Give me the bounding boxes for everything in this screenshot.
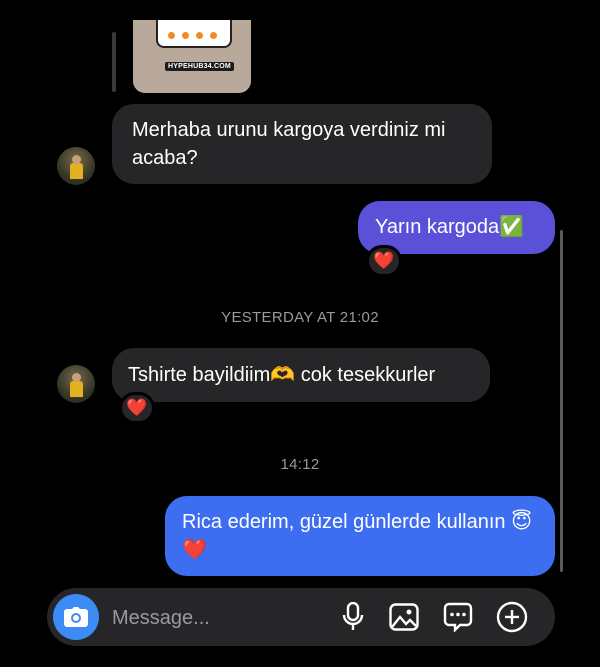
add-button[interactable]	[496, 601, 528, 633]
heart-reaction[interactable]: ❤️	[119, 392, 155, 424]
heart-reaction[interactable]: ❤️	[366, 245, 402, 277]
camera-icon	[64, 607, 88, 627]
message-text: Rica ederim, güzel günlerde kullanın 😇❤️	[182, 511, 532, 561]
image-icon	[389, 603, 419, 631]
story-watermark: HYPEHUB34.COM	[165, 62, 234, 71]
sender-avatar[interactable]	[57, 147, 95, 185]
sticker-button[interactable]	[442, 601, 474, 633]
message-bubble-icon	[443, 602, 473, 632]
timestamp-divider: 14:12	[280, 456, 320, 473]
heart-icon: ❤️	[126, 398, 148, 417]
timestamp-divider: YESTERDAY AT 21:02	[221, 309, 379, 326]
gallery-button[interactable]	[388, 601, 420, 633]
outgoing-message-bubble[interactable]: Rica ederim, güzel günlerde kullanın 😇❤️	[165, 496, 555, 576]
heart-icon: ❤️	[373, 251, 395, 270]
message-text: Merhaba urunu kargoya verdiniz mi acaba?	[132, 119, 446, 169]
microphone-button[interactable]	[337, 601, 369, 633]
incoming-message-bubble[interactable]: Merhaba urunu kargoya verdiniz mi acaba?	[112, 104, 492, 184]
message-text: Yarın kargoda✅	[375, 216, 525, 238]
sender-avatar[interactable]	[57, 365, 95, 403]
shared-story-thumbnail[interactable]: HYPEHUB34.COM	[133, 20, 251, 93]
plus-circle-icon	[496, 601, 528, 633]
message-composer	[47, 588, 555, 646]
message-text: Tshirte bayildiim🫶 cok tesekkurler	[128, 364, 436, 386]
phone-image	[156, 20, 232, 48]
microphone-icon	[342, 602, 364, 630]
message-input[interactable]	[110, 602, 314, 634]
reply-indicator-bar	[112, 32, 116, 92]
incoming-message-bubble[interactable]: Tshirte bayildiim🫶 cok tesekkurler	[112, 348, 490, 402]
camera-button[interactable]	[53, 594, 99, 640]
scrollbar[interactable]	[560, 230, 563, 572]
